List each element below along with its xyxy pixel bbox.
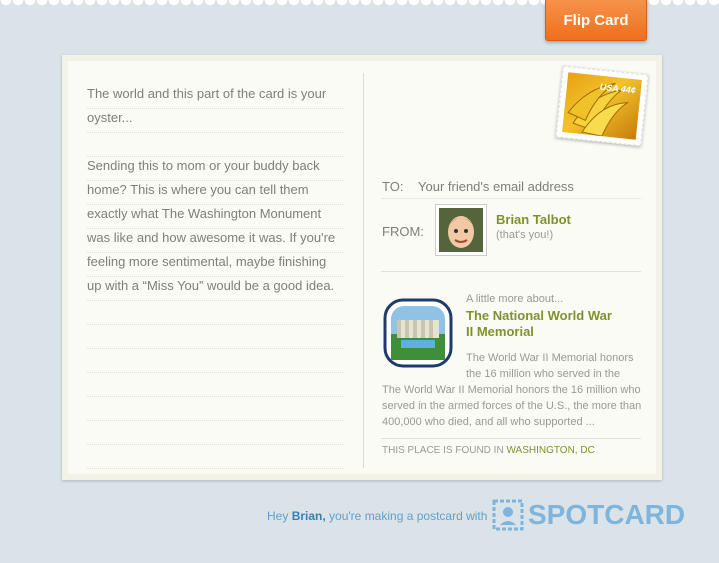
- place-location-link[interactable]: WASHINGTON, DC: [506, 445, 594, 456]
- section-divider: [381, 438, 641, 439]
- from-label: FROM:: [382, 224, 424, 239]
- spotcard-logo-icon: [492, 499, 524, 531]
- place-title[interactable]: The National World War II Memorial: [466, 308, 616, 340]
- message-paragraph-1: The world and this part of the card is y…: [87, 86, 327, 125]
- about-kicker: A little more about...: [466, 293, 564, 305]
- footer-text: you're making a postcard with: [329, 509, 488, 523]
- card-divider: [363, 73, 364, 468]
- to-row: TO:: [382, 175, 642, 199]
- stamp: USA 44¢: [555, 65, 649, 147]
- recipient-email-input[interactable]: [418, 179, 638, 194]
- user-portrait-icon: [439, 208, 483, 252]
- postcard: The world and this part of the card is y…: [62, 55, 662, 480]
- sender-name: Brian Talbot: [496, 212, 571, 227]
- spotcard-logo[interactable]: SPOTCARD: [492, 499, 685, 531]
- place-location-line: THIS PLACE IS FOUND IN WASHINGTON, DC: [382, 445, 595, 456]
- banana-stamp-icon: USA 44¢: [562, 72, 642, 140]
- sender-note: (that's you!): [496, 229, 554, 241]
- to-label: TO:: [382, 179, 404, 194]
- section-divider: [381, 271, 641, 272]
- footer-message: Hey Brian, you're making a postcard with: [267, 509, 487, 523]
- footer-hey: Hey: [267, 509, 289, 523]
- place-prefix: THIS PLACE IS FOUND IN: [382, 445, 504, 456]
- avatar: [435, 204, 487, 256]
- message-area[interactable]: The world and this part of the card is y…: [87, 82, 343, 322]
- place-description-wrap: The World War II Memorial honors the 16 …: [466, 352, 634, 380]
- place-description: The World War II Memorial honors the 16 …: [382, 384, 642, 428]
- message-paragraph-2: Sending this to mom or your buddy back h…: [87, 158, 336, 293]
- footer-name: Brian,: [291, 509, 326, 523]
- memorial-badge-icon: [383, 298, 453, 368]
- flip-card-button[interactable]: Flip Card: [545, 0, 647, 41]
- spotcard-logo-text: SPOTCARD: [528, 499, 686, 530]
